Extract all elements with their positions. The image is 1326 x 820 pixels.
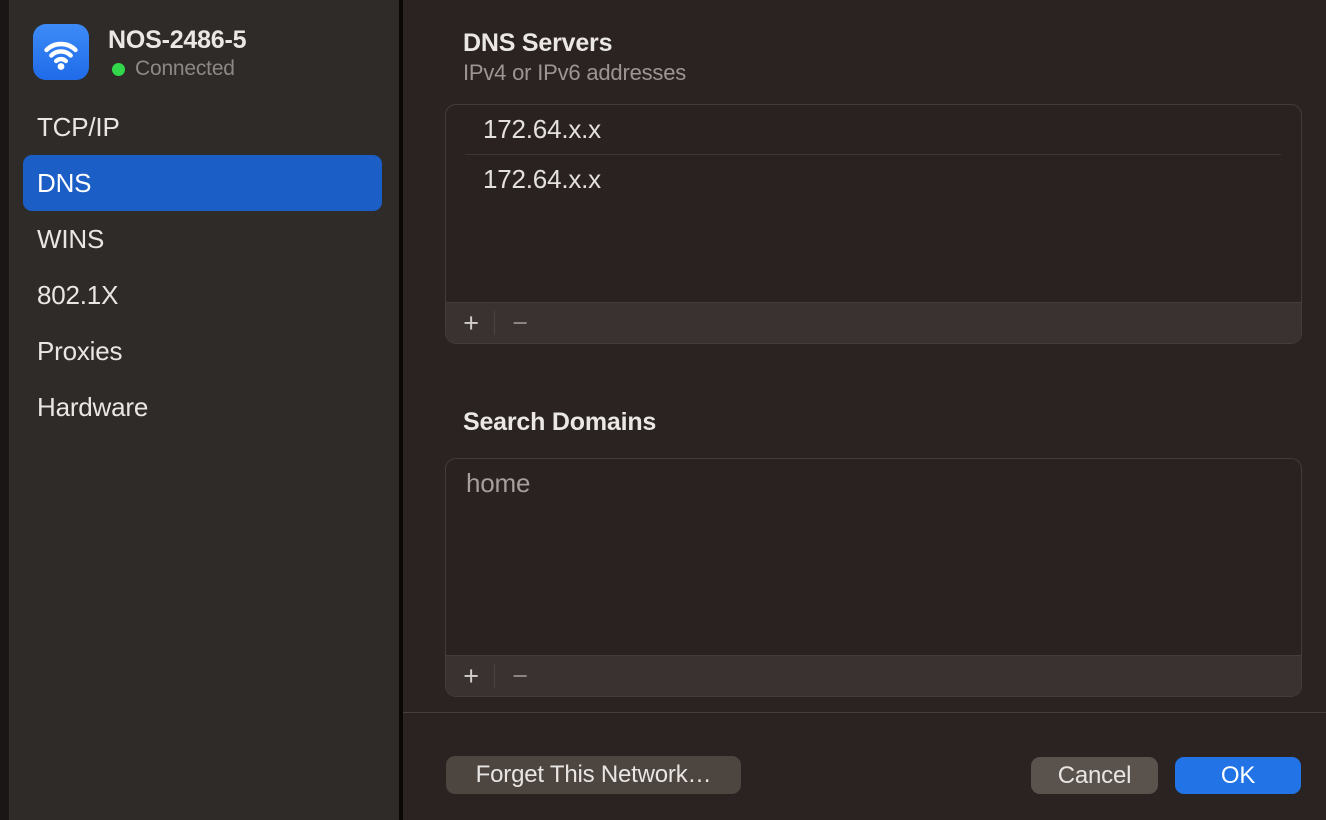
network-detail-sidebar: NOS-2486-5 Connected TCP/IP DNS WINS 802… [10,0,399,820]
dns-server-row[interactable]: 172.64.x.x [446,105,1301,154]
window-edge-strip [0,0,10,820]
sidebar-item-8021x[interactable]: 802.1X [23,267,382,323]
connected-status-label: Connected [135,57,235,81]
cancel-button[interactable]: Cancel [1031,757,1158,794]
footer-divider [403,712,1326,713]
connected-status-dot [112,63,125,76]
dns-server-row[interactable]: 172.64.x.x [446,155,1301,204]
sidebar-item-tcpip[interactable]: TCP/IP [23,99,382,155]
sidebar-item-dns[interactable]: DNS [23,155,382,211]
network-name: NOS-2486-5 [108,26,246,55]
search-domains-list: home + − [445,458,1302,697]
dns-servers-rows: 172.64.x.x 172.64.x.x [446,105,1301,204]
search-domain-row[interactable]: home [446,459,1301,508]
sidebar-item-wins[interactable]: WINS [23,211,382,267]
sidebar-item-label: 802.1X [37,280,118,311]
add-search-domain-button[interactable]: + [455,656,487,696]
remove-search-domain-button[interactable]: − [504,656,536,696]
wifi-icon [33,24,89,80]
sidebar-item-label: Hardware [37,392,148,423]
search-domains-title: Search Domains [463,408,656,437]
dns-servers-list: 172.64.x.x 172.64.x.x + − [445,104,1302,344]
search-domain-value: home [466,468,530,499]
dns-servers-title: DNS Servers [463,29,612,58]
forget-network-button[interactable]: Forget This Network… [446,756,741,794]
ok-button[interactable]: OK [1175,757,1301,794]
network-header: NOS-2486-5 Connected [10,0,399,96]
search-domains-toolbar: + − [446,655,1301,696]
sidebar-menu: TCP/IP DNS WINS 802.1X Proxies Hardware [10,99,399,435]
sidebar-item-label: Proxies [37,336,122,367]
sidebar-item-label: TCP/IP [37,112,120,143]
toolbar-divider [494,311,495,335]
connection-status: Connected [112,58,235,80]
remove-dns-server-button[interactable]: − [504,303,536,343]
dns-servers-subtitle: IPv4 or IPv6 addresses [463,60,686,86]
add-dns-server-button[interactable]: + [455,303,487,343]
dns-server-value: 172.64.x.x [483,164,601,195]
dns-settings-panel: DNS Servers IPv4 or IPv6 addresses 172.6… [403,0,1326,820]
sidebar-item-hardware[interactable]: Hardware [23,379,382,435]
toolbar-divider [494,664,495,688]
dns-server-value: 172.64.x.x [483,114,601,145]
search-domains-rows: home [446,459,1301,508]
dns-servers-toolbar: + − [446,302,1301,343]
sidebar-item-proxies[interactable]: Proxies [23,323,382,379]
sidebar-item-label: DNS [37,168,91,199]
sidebar-item-label: WINS [37,224,104,255]
